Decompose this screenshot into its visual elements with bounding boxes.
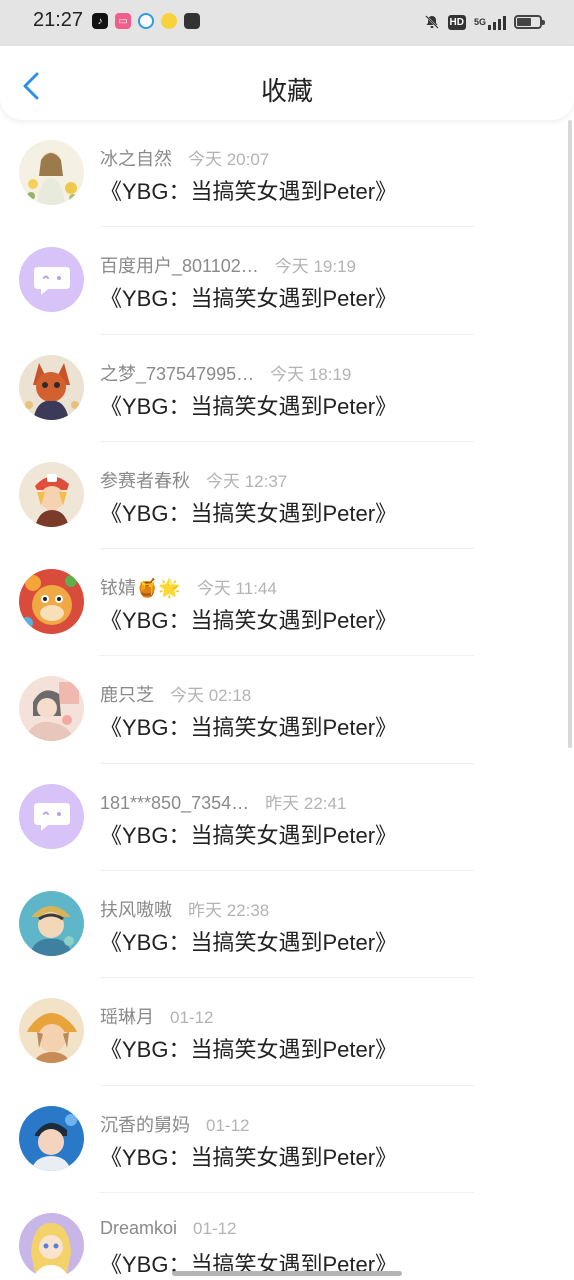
list-item[interactable]: 铱婧🍯🌟 今天 11:44 《YBG：当搞笑女遇到Peter》 [0,549,574,657]
signal-5g-icon: 5G [474,13,506,31]
favorite-title[interactable]: 《YBG：当搞笑女遇到Peter》 [100,1140,397,1172]
mute-bell-icon [424,13,440,31]
list-item[interactable]: 181***850_7354… 昨天 22:41 《YBG：当搞笑女遇到Pete… [0,764,574,872]
chat-bubble-icon [33,803,70,832]
timestamp: 昨天 22:38 [188,901,270,921]
battery-icon [514,15,545,29]
favorite-title[interactable]: 《YBG：当搞笑女遇到Peter》 [100,603,397,635]
app-icon [161,13,177,29]
browser-icon [138,13,154,29]
timestamp: 01-12 [170,1008,214,1028]
timestamp: 昨天 22:41 [265,793,347,813]
home-indicator[interactable] [172,1271,402,1276]
avatar[interactable] [19,140,84,205]
list-item[interactable]: 扶风嗷嗷 昨天 22:38 《YBG：当搞笑女遇到Peter》 [0,871,574,979]
favorite-title[interactable]: 《YBG：当搞笑女遇到Peter》 [100,496,397,528]
avatar[interactable] [19,354,84,420]
username[interactable]: 之梦_737547995… [100,360,254,386]
hd-badge: HD [447,14,466,30]
favorite-title[interactable]: 《YBG：当搞笑女遇到Peter》 [100,925,397,957]
avatar[interactable] [19,1105,84,1171]
timestamp: 今天 19:19 [274,257,357,277]
username[interactable]: 铱婧🍯🌟 [100,574,181,600]
favorite-title[interactable]: 《YBG：当搞笑女遇到Peter》 [100,389,397,421]
chat-bubble-icon [33,266,70,295]
favorite-title[interactable]: 《YBG：当搞笑女遇到Peter》 [100,1032,397,1064]
list-item[interactable]: 沉香的舅妈 01-12 《YBG：当搞笑女遇到Peter》 [0,1086,574,1193]
list-item[interactable]: Dreamkoi 01-12 《YBG：当搞笑女遇到Peter》 [0,1193,574,1280]
timestamp: 今天 11:44 [196,579,277,599]
tiktok-icon: ♪ [92,13,108,29]
favorite-title[interactable]: 《YBG：当搞笑女遇到Peter》 [100,174,397,206]
list-item[interactable]: 鹿只芝 今天 02:18 《YBG：当搞笑女遇到Peter》 [0,656,574,764]
network-label: 5G [473,17,486,27]
username[interactable]: 鹿只芝 [100,681,154,707]
avatar[interactable] [19,891,84,957]
list-item[interactable]: 参赛者春秋 今天 12:37 《YBG：当搞笑女遇到Peter》 [0,442,574,550]
username[interactable]: 181***850_7354… [100,793,249,814]
timestamp: 01-12 [206,1115,250,1135]
timestamp: 01-12 [193,1218,237,1238]
favorite-title[interactable]: 《YBG：当搞笑女遇到Peter》 [100,281,397,313]
username[interactable]: 扶风嗷嗷 [100,896,172,922]
status-indicators: HD 5G [424,13,545,31]
status-time: 21:27 [33,9,84,31]
avatar[interactable] [19,676,84,742]
avatar[interactable] [19,247,84,313]
favorites-list: 冰之自然 今天 20:07 《YBG：当搞笑女遇到Peter》 百度用户_801… [0,120,574,1280]
username[interactable]: 冰之自然 [100,145,172,171]
avatar[interactable] [19,569,84,635]
timestamp: 今天 02:18 [170,686,252,706]
page-title: 收藏 [260,76,313,106]
username[interactable]: Dreamkoi [100,1218,177,1239]
header-bar: 收藏 [0,46,574,120]
scrollbar[interactable] [568,120,572,748]
timestamp: 今天 18:19 [270,364,352,384]
favorite-title[interactable]: 《YBG：当搞笑女遇到Peter》 [100,710,397,742]
list-item[interactable]: 百度用户_801102… 今天 19:19 《YBG：当搞笑女遇到Peter》 [0,227,574,335]
username[interactable]: 沉香的舅妈 [100,1111,190,1137]
box-app-icon [184,13,200,29]
favorite-title[interactable]: 《YBG：当搞笑女遇到Peter》 [100,818,397,850]
notification-icons: ♪ ▭ [92,13,200,29]
timestamp: 今天 20:07 [188,150,270,169]
timestamp: 今天 12:37 [206,471,288,491]
status-bar: 21:27 ♪ ▭ HD 5G [0,0,574,46]
list-item[interactable]: 瑶琳月 01-12 《YBG：当搞笑女遇到Peter》 [0,978,574,1086]
list-item[interactable]: 之梦_737547995… 今天 18:19 《YBG：当搞笑女遇到Peter》 [0,335,574,442]
avatar[interactable] [19,461,84,527]
avatar[interactable] [19,1212,84,1278]
username[interactable]: 参赛者春秋 [100,467,190,493]
bilibili-icon: ▭ [115,13,131,29]
list-item[interactable]: 冰之自然 今天 20:07 《YBG：当搞笑女遇到Peter》 [0,120,574,228]
username[interactable]: 百度用户_801102… [100,252,259,278]
username[interactable]: 瑶琳月 [100,1003,154,1029]
avatar[interactable] [19,783,84,849]
avatar[interactable] [19,998,84,1064]
